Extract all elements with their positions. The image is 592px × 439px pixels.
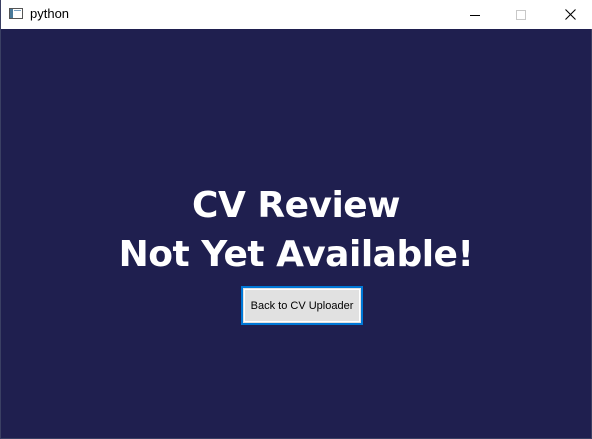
heading-line-1: CV Review: [192, 185, 400, 226]
minimize-button[interactable]: [452, 0, 498, 29]
maximize-button[interactable]: [498, 0, 544, 29]
close-button[interactable]: [547, 0, 592, 29]
back-to-cv-uploader-button[interactable]: Back to CV Uploader: [241, 286, 363, 325]
app-icon: [9, 8, 23, 19]
maximize-icon: [516, 9, 526, 20]
main-content: CV Review Not Yet Available! Back to CV …: [1, 29, 591, 438]
heading-line-2: Not Yet Available!: [118, 234, 474, 275]
window-title: python: [30, 6, 70, 21]
app-window: python CV Review Not Yet Available! Back…: [0, 0, 592, 439]
title-bar[interactable]: python: [1, 0, 592, 29]
close-icon: [564, 9, 576, 20]
minimize-icon: [470, 14, 480, 16]
back-button-label: Back to CV Uploader: [250, 299, 354, 312]
